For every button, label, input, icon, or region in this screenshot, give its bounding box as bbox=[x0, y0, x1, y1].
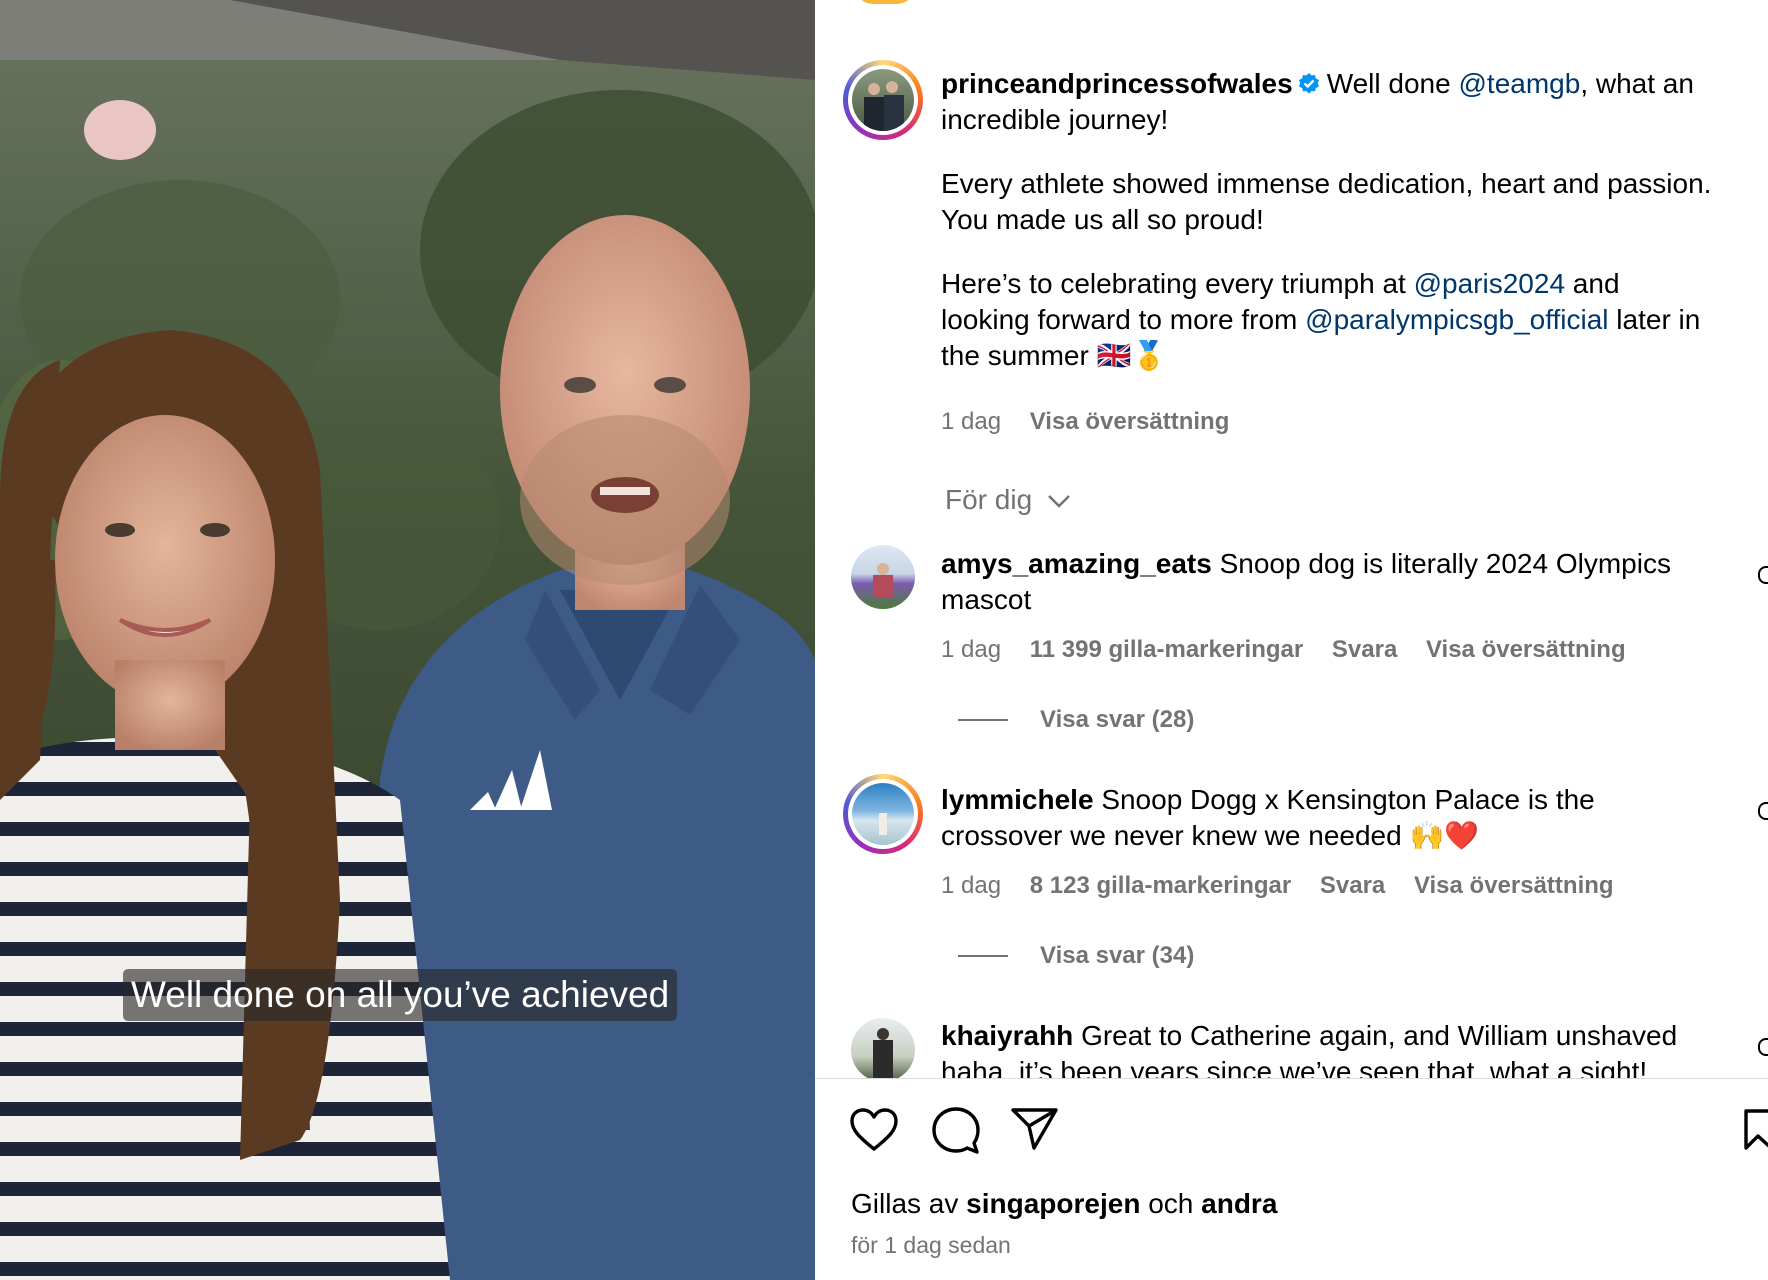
liked-by-user[interactable]: singaporejen bbox=[966, 1188, 1140, 1219]
video-frame bbox=[0, 0, 815, 1280]
mention-paralympicsgb[interactable]: @paralympicsgb_official bbox=[1305, 304, 1608, 335]
caption-text: later in bbox=[1608, 304, 1701, 335]
comment-filter[interactable]: För dig bbox=[945, 484, 1072, 516]
comment: lymmichele Snoop Dogg x Kensington Palac… bbox=[941, 782, 1741, 854]
caption-text: Here’s to celebrating every triumph at bbox=[941, 268, 1414, 299]
comment-text: Snoop Dogg x Kensington Palace is the bbox=[1101, 784, 1595, 815]
comment: khaiyrahh Great to Catherine again, and … bbox=[941, 1018, 1768, 1078]
comment-text: Snoop dog is literally 2024 Olympics bbox=[1219, 548, 1671, 579]
comment-text: Great to Catherine again, and William un… bbox=[1081, 1020, 1678, 1051]
chevron-down-icon bbox=[1048, 495, 1070, 508]
post-caption: princeandprincessofwales Well done @teamg… bbox=[941, 66, 1741, 374]
caption-line: You made us all so proud! bbox=[941, 204, 1264, 235]
video-caption: Well done on all you’ve achieved bbox=[123, 969, 678, 1021]
heart-icon[interactable] bbox=[1758, 1038, 1768, 1056]
post-timestamp[interactable]: för 1 dag sedan bbox=[851, 1232, 1011, 1259]
top-avatar-fragment bbox=[855, 0, 915, 4]
comment: amys_amazing_eats Snoop dog is literally… bbox=[941, 546, 1741, 618]
liked-by-prefix: Gillas av bbox=[851, 1188, 959, 1219]
divider bbox=[815, 1078, 1768, 1079]
filter-label: För dig bbox=[945, 484, 1033, 515]
author-avatar-photo bbox=[852, 69, 914, 131]
comment-meta: 1 dag 8 123 gilla-markeringar Svara Visa… bbox=[941, 872, 1636, 900]
heart-icon[interactable] bbox=[1758, 566, 1768, 584]
mention-paris2024[interactable]: @paris2024 bbox=[1414, 268, 1565, 299]
liked-by-others[interactable]: andra bbox=[1201, 1188, 1277, 1219]
caption-text: , what an bbox=[1580, 68, 1694, 99]
caption-text: looking forward to more from bbox=[941, 304, 1306, 335]
comment-text: haha, it’s been years since we’ve seen t… bbox=[941, 1056, 1648, 1078]
comment-time[interactable]: 1 dag bbox=[941, 872, 1001, 899]
reply-button[interactable]: Svara bbox=[1332, 636, 1397, 663]
view-replies-label: Visa svar (34) bbox=[1040, 942, 1195, 969]
comment-text: crossover we never knew we needed 🙌❤️ bbox=[941, 820, 1480, 851]
replies-divider bbox=[958, 955, 1008, 957]
mention-teamgb[interactable]: @teamgb bbox=[1458, 68, 1580, 99]
translate-button[interactable]: Visa översättning bbox=[1030, 408, 1230, 435]
comment-meta: 1 dag 11 399 gilla-markeringar Svara Vis… bbox=[941, 636, 1648, 664]
comment-time[interactable]: 1 dag bbox=[941, 636, 1001, 663]
caption-text: and bbox=[1565, 268, 1620, 299]
commenter-avatar-photo bbox=[852, 783, 914, 845]
view-replies-label: Visa svar (28) bbox=[1040, 706, 1195, 733]
comment-text: mascot bbox=[941, 584, 1032, 615]
replies-divider bbox=[958, 719, 1008, 721]
view-replies-button[interactable]: Visa svar (28) bbox=[1040, 706, 1216, 734]
comment-clip: khaiyrahh Great to Catherine again, and … bbox=[815, 1010, 1768, 1078]
post-time[interactable]: 1 dag bbox=[941, 408, 1001, 435]
commenter-avatar[interactable] bbox=[843, 774, 923, 854]
caption-line: incredible journey! bbox=[941, 104, 1169, 135]
video-player[interactable]: Well done on all you’ve achieved bbox=[0, 0, 815, 1280]
comment-username[interactable]: khaiyrahh bbox=[941, 1020, 1073, 1051]
author-username[interactable]: princeandprincessofwales bbox=[941, 68, 1293, 99]
like-heart-icon[interactable] bbox=[849, 1107, 899, 1153]
liked-by-and: och bbox=[1148, 1188, 1194, 1219]
caption-text: Well done bbox=[1326, 68, 1459, 99]
caption-line: the summer 🇬🇧🥇 bbox=[941, 340, 1167, 371]
save-bookmark-icon[interactable] bbox=[1743, 1108, 1768, 1152]
comment-bubble-icon[interactable] bbox=[931, 1106, 981, 1156]
author-avatar[interactable] bbox=[843, 60, 923, 140]
heart-icon[interactable] bbox=[1758, 802, 1768, 820]
share-paper-plane-icon[interactable] bbox=[1010, 1106, 1060, 1152]
commenter-avatar[interactable] bbox=[851, 1018, 915, 1078]
liked-by: Gillas av singaporejen och andra bbox=[851, 1188, 1277, 1220]
view-replies-button[interactable]: Visa svar (34) bbox=[1040, 942, 1216, 970]
likes-count[interactable]: 8 123 gilla-markeringar bbox=[1030, 872, 1291, 899]
reply-button[interactable]: Svara bbox=[1320, 872, 1385, 899]
post-meta: 1 dag Visa översättning bbox=[941, 408, 1251, 436]
comment-username[interactable]: amys_amazing_eats bbox=[941, 548, 1212, 579]
comment-username[interactable]: lymmichele bbox=[941, 784, 1094, 815]
post-panel: princeandprincessofwales Well done @teamg… bbox=[815, 0, 1768, 1280]
commenter-avatar[interactable] bbox=[851, 545, 915, 609]
translate-button[interactable]: Visa översättning bbox=[1426, 636, 1626, 663]
verified-badge-icon bbox=[1298, 73, 1319, 94]
likes-count[interactable]: 11 399 gilla-markeringar bbox=[1030, 636, 1304, 663]
translate-button[interactable]: Visa översättning bbox=[1414, 872, 1614, 899]
caption-line: Every athlete showed immense dedication,… bbox=[941, 168, 1712, 199]
